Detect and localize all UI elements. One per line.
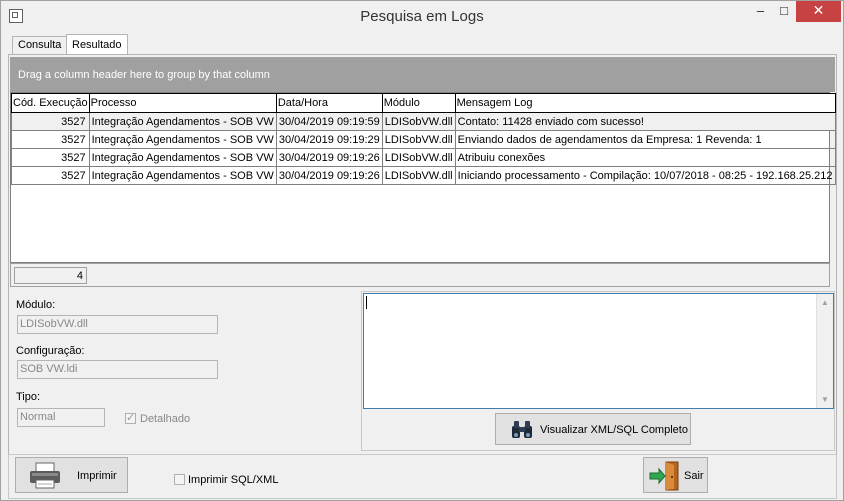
cell-cod-execucao: 3527	[11, 148, 90, 167]
cell-data-hora: 30/04/2019 09:19:29	[275, 130, 383, 149]
cell-processo: Integração Agendamentos - SOB VW	[88, 130, 277, 149]
column-header-data-hora[interactable]: Data/Hora	[275, 93, 383, 113]
cell-modulo: LDISobVW.dll	[381, 166, 456, 185]
xml-sql-memo[interactable]: ▲ ▼	[363, 293, 834, 409]
cell-mensagem-log: Atribuiu conexões	[454, 148, 836, 167]
close-button[interactable]: ✕	[796, 1, 841, 22]
view-full-xml-sql-button[interactable]: Visualizar XML/SQL Completo	[495, 413, 691, 445]
column-header-mensagem-log[interactable]: Mensagem Log	[454, 93, 836, 113]
cell-mensagem-log: Enviando dados de agendamentos da Empres…	[454, 130, 836, 149]
minimize-button[interactable]: ‒	[747, 1, 774, 22]
column-header-processo[interactable]: Processo	[88, 93, 277, 113]
cell-mensagem-log: Contato: 11428 enviado com sucesso!	[454, 112, 836, 131]
exit-button[interactable]: Sair	[643, 457, 708, 493]
view-full-xml-sql-label: Visualizar XML/SQL Completo	[540, 424, 688, 436]
modulo-field: LDISobVW.dll	[17, 315, 218, 334]
print-button[interactable]: Imprimir	[15, 457, 128, 493]
maximize-button[interactable]: □	[774, 1, 794, 22]
column-header-cod-execucao[interactable]: Cód. Execução	[11, 93, 90, 113]
tab-resultado[interactable]: Resultado	[66, 34, 128, 55]
cell-mensagem-log: Iniciando processamento - Compilação: 10…	[454, 166, 836, 185]
exit-door-icon	[649, 461, 679, 491]
cell-modulo: LDISobVW.dll	[381, 148, 456, 167]
print-button-label: Imprimir	[77, 470, 117, 482]
cell-data-hora: 30/04/2019 09:19:26	[275, 148, 383, 167]
table-row[interactable]: 3527 Integração Agendamentos - SOB VW 30…	[11, 112, 836, 131]
text-caret	[366, 296, 367, 309]
detalhado-checkbox	[125, 411, 136, 424]
cell-data-hora: 30/04/2019 09:19:59	[275, 112, 383, 131]
main-window: Pesquisa em Logs ‒ □ ✕ Consulta Resultad…	[0, 0, 844, 501]
grid-footer: 4	[10, 263, 830, 287]
print-sql-xml-checkbox[interactable]	[174, 474, 185, 485]
tipo-label: Tipo:	[16, 391, 41, 403]
bottom-toolbar	[8, 454, 837, 499]
tab-consulta[interactable]: Consulta	[12, 36, 68, 54]
grid-header-row: Cód. Execução Processo Data/Hora Módulo …	[11, 93, 836, 113]
scroll-down-icon[interactable]: ▼	[817, 391, 833, 408]
detalhado-label: Detalhado	[140, 413, 191, 425]
cell-processo: Integração Agendamentos - SOB VW	[88, 166, 277, 185]
printer-icon	[30, 462, 60, 489]
print-sql-xml-label[interactable]: Imprimir SQL/XML	[188, 474, 278, 486]
cell-data-hora: 30/04/2019 09:19:26	[275, 166, 383, 185]
table-row[interactable]: 3527 Integração Agendamentos - SOB VW 30…	[11, 166, 836, 185]
configuracao-field: SOB VW.ldi	[17, 360, 218, 379]
cell-modulo: LDISobVW.dll	[381, 130, 456, 149]
window-title: Pesquisa em Logs	[360, 8, 484, 25]
cell-cod-execucao: 3527	[11, 166, 90, 185]
cell-cod-execucao: 3527	[11, 130, 90, 149]
table-row[interactable]: 3527 Integração Agendamentos - SOB VW 30…	[11, 148, 836, 167]
memo-scrollbar[interactable]: ▲ ▼	[816, 294, 833, 408]
cell-modulo: LDISobVW.dll	[381, 112, 456, 131]
table-row[interactable]: 3527 Integração Agendamentos - SOB VW 30…	[11, 130, 836, 149]
configuracao-label: Configuração:	[16, 345, 85, 357]
group-by-panel[interactable]: Drag a column header here to group by th…	[10, 57, 835, 92]
modulo-label: Módulo:	[16, 299, 56, 311]
cell-processo: Integração Agendamentos - SOB VW	[88, 112, 277, 131]
exit-button-label: Sair	[684, 470, 704, 482]
column-header-modulo[interactable]: Módulo	[381, 93, 456, 113]
cell-cod-execucao: 3527	[11, 112, 90, 131]
log-grid: Cód. Execução Processo Data/Hora Módulo …	[10, 92, 836, 263]
scroll-up-icon[interactable]: ▲	[817, 294, 833, 311]
cell-processo: Integração Agendamentos - SOB VW	[88, 148, 277, 167]
title-bar: Pesquisa em Logs ‒ □ ✕	[1, 1, 843, 32]
record-count: 4	[14, 267, 87, 284]
binoculars-icon	[512, 421, 532, 438]
tipo-field: Normal	[17, 408, 105, 427]
